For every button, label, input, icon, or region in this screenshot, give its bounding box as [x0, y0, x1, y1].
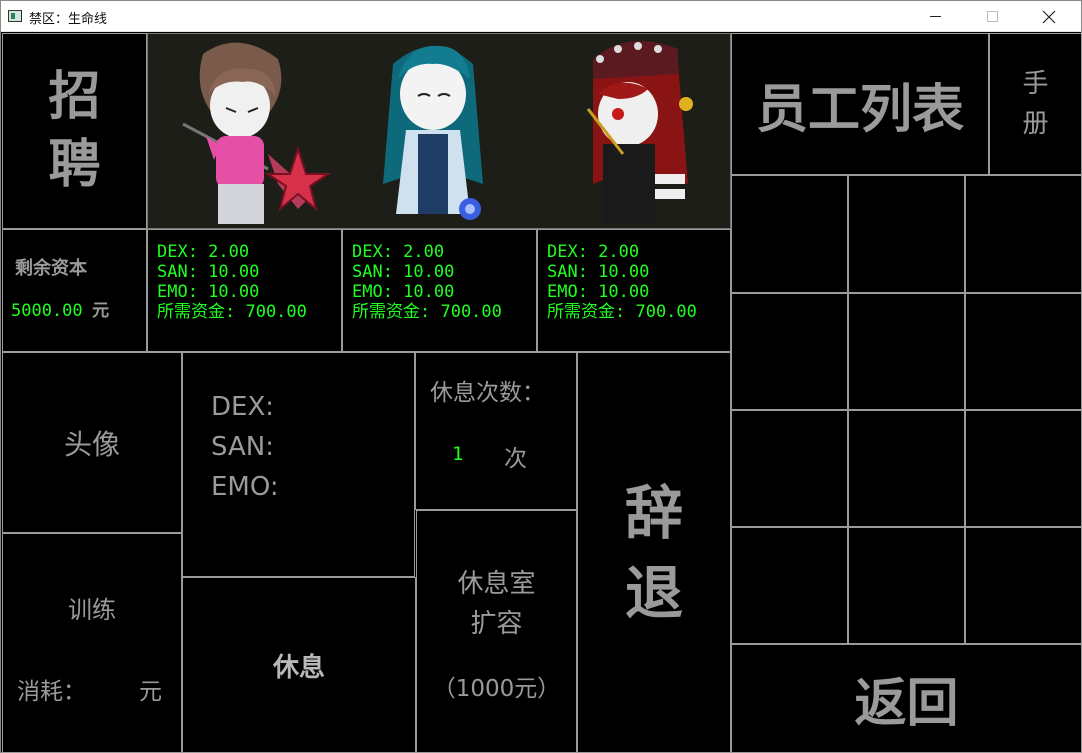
funds-unit: 元 — [92, 301, 110, 321]
staff-slot[interactable] — [848, 175, 965, 293]
candidate-emo: EMO: 10.00 — [157, 282, 260, 302]
minimize-icon — [929, 16, 941, 17]
dismiss-char: 退 — [624, 558, 683, 627]
rest-count-label: 休息次数： — [430, 380, 545, 406]
staff-slot[interactable] — [731, 293, 848, 410]
candidate-dex: DEX: 2.00 — [352, 242, 445, 262]
funds-readout: 5000.00 元 — [11, 296, 109, 321]
expand-label-line1: 休息室 — [457, 569, 536, 599]
candidate-san: SAN: 10.00 — [547, 262, 650, 282]
expand-restroom-button[interactable]: 休息室 扩容 （1000元） — [416, 510, 577, 753]
rest-count-value: 1 — [452, 443, 464, 465]
train-cost-unit: 元 — [139, 679, 162, 705]
avatar-label: 头像 — [63, 427, 120, 461]
staff-slot[interactable] — [965, 293, 1082, 410]
title-bar: 禁区：生命线 — [1, 1, 1081, 32]
employee-stats: DEX: SAN: EMO: — [182, 352, 415, 577]
staff-slot[interactable] — [965, 175, 1082, 293]
funds-panel: 剩余资本 5000.00 元 — [2, 229, 147, 352]
staff-list-title: 员工列表 — [731, 33, 989, 175]
candidate-portrait-3[interactable] — [586, 41, 693, 224]
train-button[interactable]: 训练 消耗： 元 — [2, 533, 182, 753]
expand-label-line2: 扩容 — [470, 609, 523, 639]
staff-slot[interactable] — [848, 410, 965, 527]
manual-button[interactable]: 手 册 — [989, 33, 1082, 175]
employee-dex-label: DEX: — [211, 392, 275, 422]
staff-slot[interactable] — [848, 527, 965, 644]
employee-emo-label: EMO: — [211, 472, 279, 502]
candidate-portraits — [147, 33, 731, 229]
rest-count-unit: 次 — [504, 446, 527, 472]
manual-char: 手 — [1022, 69, 1049, 99]
candidate-stats-2[interactable]: DEX: 2.00 SAN: 10.00 EMO: 10.00 所需资金: 70… — [342, 229, 537, 352]
staff-slot[interactable] — [965, 527, 1082, 644]
minimize-button[interactable] — [912, 1, 958, 32]
recruit-title-char: 招 — [48, 67, 101, 127]
staff-slot[interactable] — [965, 410, 1082, 527]
candidate-emo: EMO: 10.00 — [547, 282, 650, 302]
window-title: 禁区：生命线 — [29, 12, 108, 27]
dismiss-button[interactable]: 辞 退 — [577, 352, 731, 753]
back-button-label: 返回 — [854, 674, 959, 734]
rest-button[interactable]: 休息 — [182, 577, 416, 753]
staff-slot[interactable] — [731, 527, 848, 644]
candidate-emo: EMO: 10.00 — [352, 282, 455, 302]
candidate-cost: 所需资金: 700.00 — [157, 302, 307, 322]
recruit-title: 招 聘 — [2, 33, 147, 229]
candidate-cost: 所需资金: 700.00 — [547, 302, 697, 322]
candidate-stats-3[interactable]: DEX: 2.00 SAN: 10.00 EMO: 10.00 所需资金: 70… — [537, 229, 731, 352]
staff-list-title-text: 员工列表 — [755, 79, 964, 140]
candidate-san: SAN: 10.00 — [157, 262, 260, 282]
game-window: 禁区：生命线 招 聘 剩余资本 5000.00 元 DEX: 2.00 SAN:… — [0, 0, 1082, 753]
candidate-cost: 所需资金: 700.00 — [352, 302, 502, 322]
train-label: 训练 — [68, 596, 116, 624]
manual-char: 册 — [1022, 109, 1049, 139]
staff-slot[interactable] — [848, 293, 965, 410]
back-button[interactable]: 返回 — [731, 644, 1082, 753]
funds-value: 5000.00 — [11, 301, 83, 321]
staff-slot[interactable] — [731, 175, 848, 293]
staff-slot[interactable] — [731, 410, 848, 527]
candidate-portrait-1[interactable] — [182, 42, 332, 224]
rest-button-label: 休息 — [272, 652, 325, 683]
funds-label: 剩余资本 — [15, 258, 87, 279]
close-icon — [1042, 10, 1056, 23]
recruit-title-char: 聘 — [48, 135, 101, 195]
employee-san-label: SAN: — [211, 432, 274, 462]
train-cost-label: 消耗： — [17, 679, 86, 705]
candidate-portrait-2[interactable] — [383, 45, 483, 220]
dismiss-char: 辞 — [624, 478, 683, 547]
candidate-dex: DEX: 2.00 — [547, 242, 640, 262]
close-button[interactable] — [1026, 1, 1072, 32]
rest-count-panel: 休息次数： 1 次 — [415, 352, 577, 510]
expand-price: （1000元） — [432, 676, 561, 702]
maximize-icon — [986, 11, 998, 22]
candidate-stats-1[interactable]: DEX: 2.00 SAN: 10.00 EMO: 10.00 所需资金: 70… — [147, 229, 342, 352]
candidate-san: SAN: 10.00 — [352, 262, 455, 282]
maximize-button[interactable] — [969, 1, 1015, 32]
app-icon — [8, 10, 22, 22]
employee-avatar: 头像 — [2, 352, 182, 533]
candidate-dex: DEX: 2.00 — [157, 242, 250, 262]
